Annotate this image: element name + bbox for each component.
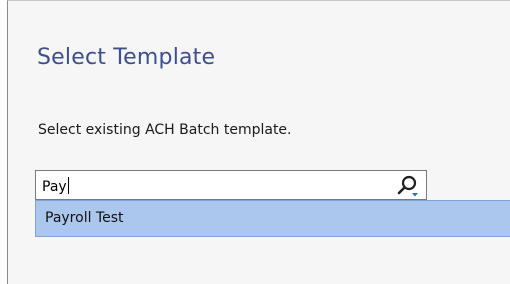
search-button[interactable] xyxy=(396,174,420,198)
dropdown-item-label: Payroll Test xyxy=(45,210,124,226)
dialog-description: Select existing ACH Batch template. xyxy=(38,122,292,138)
select-template-dialog: Select Template Select existing ACH Batc… xyxy=(7,0,510,284)
dropdown-item-payroll-test[interactable]: Payroll Test xyxy=(35,200,510,237)
template-search-input[interactable]: Pay xyxy=(35,170,427,200)
template-suggestions-dropdown: Payroll Test xyxy=(35,200,510,237)
dialog-title: Select Template xyxy=(37,45,216,70)
text-caret xyxy=(67,177,69,194)
search-icon xyxy=(397,175,418,197)
search-input-value[interactable]: Pay xyxy=(42,177,69,195)
